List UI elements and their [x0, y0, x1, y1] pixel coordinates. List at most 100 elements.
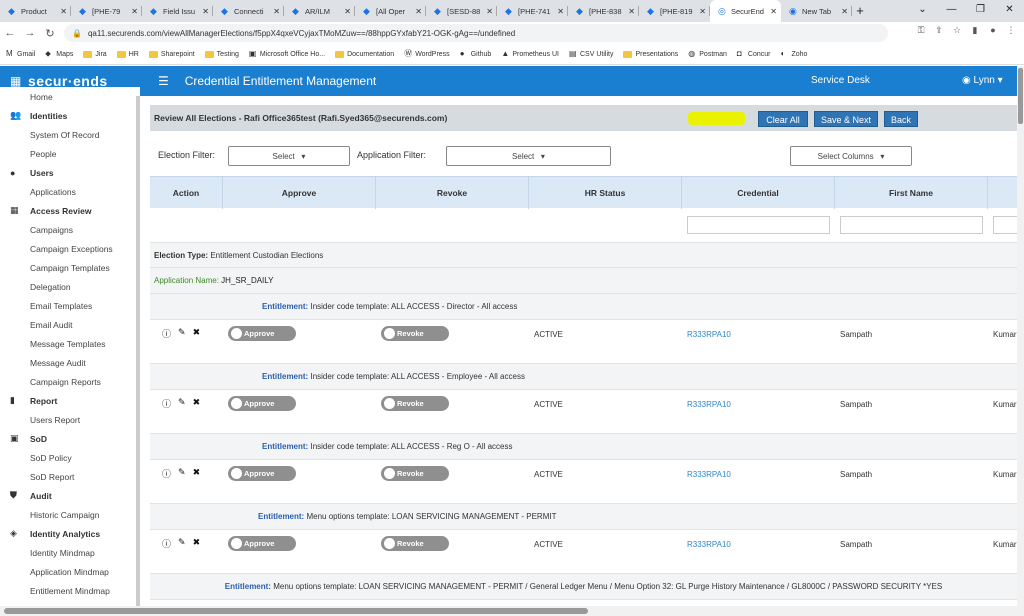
col-first-name[interactable]: First Name	[835, 177, 988, 209]
sidebar-item[interactable]: SoD Report	[0, 467, 140, 486]
bookmark-item[interactable]: M Gmail	[6, 50, 35, 58]
bookmark-item[interactable]: Presentations	[623, 50, 678, 58]
close-tab-icon[interactable]: ✕	[344, 7, 351, 16]
col-hr-status[interactable]: HR Status	[529, 177, 682, 209]
bookmark-item[interactable]: Jira	[83, 50, 107, 58]
browser-tab[interactable]: ◆ Connecti ✕	[213, 0, 284, 22]
browser-tab[interactable]: ◆ [PHE-838 ✕	[568, 0, 639, 22]
sidebar-item[interactable]: Campaigns	[0, 220, 140, 239]
edit-icon[interactable]: ✎	[178, 537, 186, 550]
sidepanel-icon[interactable]: ▮	[966, 25, 984, 36]
col-approve[interactable]: Approve	[223, 177, 376, 209]
bookmark-item[interactable]: ◍ Postman	[688, 50, 727, 58]
col-revoke[interactable]: Revoke	[376, 177, 529, 209]
credential-link[interactable]: R333RPA10	[687, 540, 731, 549]
sidebar-item[interactable]: People	[0, 144, 140, 163]
approve-toggle[interactable]: Approve	[228, 536, 296, 551]
last-name-filter-input[interactable]	[993, 216, 1017, 234]
browser-tab[interactable]: ◆ [PHE-79 ✕	[71, 0, 142, 22]
save-next-button[interactable]: Save & Next	[814, 111, 878, 127]
close-tab-icon[interactable]: ✕	[415, 7, 422, 16]
sidebar-scrollbar[interactable]	[136, 96, 140, 606]
clear-all-button[interactable]: Clear All	[758, 111, 808, 127]
browser-tab[interactable]: ◆ Field Issu ✕	[142, 0, 213, 22]
info-icon[interactable]: ⓘ	[162, 397, 171, 410]
service-desk-link[interactable]: Service Desk	[811, 66, 870, 96]
edit-icon[interactable]: ✎	[178, 397, 186, 410]
info-icon[interactable]: ⓘ	[162, 467, 171, 480]
sidebar-item[interactable]: Entitlement Mindmap	[0, 581, 140, 597]
menu-icon[interactable]: ⋮	[1002, 25, 1020, 36]
sidebar-item[interactable]: Email Templates	[0, 296, 140, 315]
bookmark-item[interactable]: ◘ Concur	[737, 50, 771, 58]
first-name-filter-input[interactable]	[840, 216, 983, 234]
bookmark-item[interactable]: Documentation	[335, 50, 394, 58]
browser-tab[interactable]: ◆ [PHE-741 ✕	[497, 0, 568, 22]
sidebar-item[interactable]: Application Mindmap	[0, 562, 140, 581]
horizontal-scroll-thumb[interactable]	[4, 608, 588, 614]
close-tab-icon[interactable]: ✕	[202, 7, 209, 16]
close-tab-icon[interactable]: ✕	[699, 7, 706, 16]
close-icon[interactable]: ✕	[995, 0, 1024, 20]
approve-toggle[interactable]: Approve	[228, 396, 296, 411]
browser-tab[interactable]: ◆ Product ✕	[0, 0, 71, 22]
revoke-toggle[interactable]: Revoke	[381, 536, 449, 551]
bookmark-item[interactable]: ◐ Zoho	[780, 50, 807, 58]
new-tab-icon[interactable]: +	[852, 0, 868, 22]
close-tab-icon[interactable]: ✕	[770, 7, 777, 16]
info-icon[interactable]: ⓘ	[162, 537, 171, 550]
sidebar-item[interactable]: Email Audit	[0, 315, 140, 334]
browser-tab[interactable]: ◆ [PHE-819 ✕	[639, 0, 710, 22]
credential-link[interactable]: R333RPA10	[687, 330, 731, 339]
sidebar-item[interactable]: Campaign Exceptions	[0, 239, 140, 258]
sidebar-item[interactable]: Delegation	[0, 277, 140, 296]
bookmark-item[interactable]: ▲ Prometheus UI	[501, 50, 559, 58]
bookmark-item[interactable]: Sharepoint	[148, 50, 195, 58]
browser-tab[interactable]: ◎ SecurEnd ✕	[710, 0, 781, 22]
browser-tab[interactable]: ◉ New Tab ✕	[781, 0, 852, 22]
col-credential[interactable]: Credential	[682, 177, 835, 209]
application-filter-select[interactable]: Select ▾	[446, 146, 611, 166]
hamburger-icon[interactable]: ☰	[158, 74, 169, 88]
key-icon[interactable]: ⚿	[912, 25, 930, 36]
minimize-icon[interactable]: —	[937, 0, 966, 20]
sidebar-item[interactable]: Home	[0, 87, 140, 106]
edit-icon[interactable]: ✎	[178, 467, 186, 480]
sidebar-item[interactable]: Historic Campaign	[0, 505, 140, 524]
sidebar-item[interactable]: Campaign Reports	[0, 372, 140, 391]
credential-link[interactable]: R333RPA10	[687, 470, 731, 479]
close-icon[interactable]: ✖	[193, 467, 201, 480]
sidebar-item[interactable]: SoD Policy	[0, 448, 140, 467]
chevron-down-icon[interactable]: ⌄	[908, 0, 937, 20]
edit-icon[interactable]: ✎	[178, 327, 186, 340]
sidebar-item[interactable]: Applications	[0, 182, 140, 201]
reload-icon[interactable]: ↻	[40, 27, 60, 40]
revoke-toggle[interactable]: Revoke	[381, 326, 449, 341]
close-tab-icon[interactable]: ✕	[60, 7, 67, 16]
close-icon[interactable]: ✖	[193, 397, 201, 410]
election-filter-select[interactable]: Select ▾	[228, 146, 350, 166]
restore-icon[interactable]: ❐	[966, 0, 995, 20]
vertical-scrollbar[interactable]	[1017, 66, 1024, 616]
credential-filter-input[interactable]	[687, 216, 830, 234]
approve-toggle[interactable]: Approve	[228, 326, 296, 341]
approve-toggle[interactable]: Approve	[228, 466, 296, 481]
url-bar[interactable]: 🔒 qa11.securends.com/viewAllManagerElect…	[64, 24, 888, 42]
close-tab-icon[interactable]: ✕	[486, 7, 493, 16]
close-tab-icon[interactable]: ✕	[628, 7, 635, 16]
browser-tab[interactable]: ◆ [SESD-88 ✕	[426, 0, 497, 22]
sidebar-item[interactable]: Users Report	[0, 410, 140, 429]
share-icon[interactable]: ⇪	[930, 25, 948, 36]
sidebar-item[interactable]: Campaign Templates	[0, 258, 140, 277]
revoke-toggle[interactable]: Revoke	[381, 466, 449, 481]
forward-icon[interactable]: →	[20, 27, 40, 39]
close-icon[interactable]: ✖	[193, 537, 201, 550]
bookmark-item[interactable]: ⬥ Maps	[45, 50, 73, 58]
bookmark-item[interactable]: HR	[116, 50, 139, 58]
sidebar-item[interactable]: Message Audit	[0, 353, 140, 372]
sidebar-item[interactable]: Message Templates	[0, 334, 140, 353]
close-tab-icon[interactable]: ✕	[841, 7, 848, 16]
sidebar-item[interactable]: System Of Record	[0, 125, 140, 144]
bookmark-item[interactable]: Testing	[204, 50, 239, 58]
back-button[interactable]: Back	[884, 111, 918, 127]
